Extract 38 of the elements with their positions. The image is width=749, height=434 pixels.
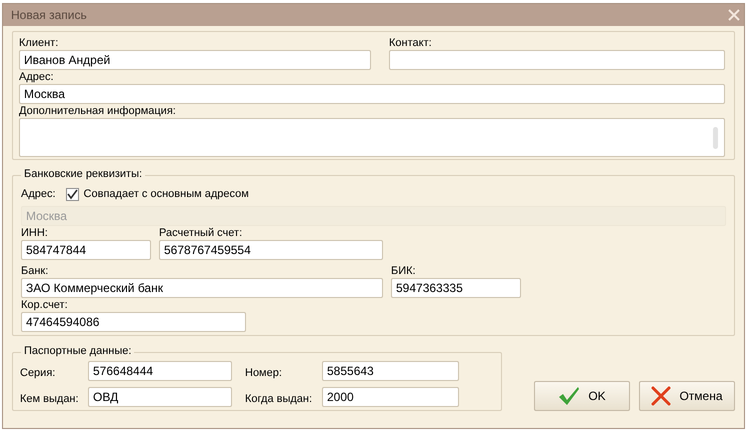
client-field[interactable]: Иванов Андрей [19,50,371,70]
field-label: БИК: [391,265,417,278]
contact-field[interactable] [389,50,725,70]
ok-button[interactable]: OK [534,381,630,411]
checkbox-label[interactable]: Совпадает с основным адресом [84,188,249,201]
account-field[interactable]: 5678767459554 [159,240,383,260]
field-label: Кем выдан: [20,393,80,406]
field-label: Дополнительная информация: [19,105,177,118]
field-label: Банк: [21,265,50,278]
field-label: Когда выдан: [244,393,314,406]
field-label: Кор.счет: [21,299,69,312]
passport-field[interactable]: 5855643 [322,361,459,381]
passport-field[interactable]: ОВД [88,387,232,407]
checkmark-icon [558,386,580,406]
bank-field[interactable]: ЗАО Коммерческий банк [21,278,383,298]
checkbox[interactable] [66,188,79,200]
window-title: Новая запись [11,8,87,22]
cross-icon [651,386,672,406]
field-label: ИНН: [21,227,49,240]
bik-field[interactable]: 5947363335 [391,278,521,298]
close-icon[interactable] [728,9,740,21]
cancel-button[interactable]: Отмена [639,381,735,411]
passport-field[interactable]: 576648444 [88,361,232,381]
field-label: Номер: [244,367,283,380]
notes-field[interactable] [19,118,725,157]
field-label: Серия: [20,367,56,380]
scrollbar-thumb[interactable] [713,127,718,149]
inn-field[interactable]: 584747844 [21,240,151,260]
field-label: Адрес: [19,71,55,84]
address-field[interactable]: Москва [19,84,725,104]
passport-field[interactable]: 2000 [322,387,459,407]
corr-account-field[interactable]: 47464594086 [21,312,246,332]
field-label: Контакт: [389,37,433,50]
field-label: Адрес: [21,188,56,201]
group-legend: Банковские реквизиты: [21,168,146,180]
field-label: Клиент: [19,37,60,50]
field-label: Расчетный счет: [159,227,244,240]
group-legend: Паспортные данные: [21,345,134,357]
